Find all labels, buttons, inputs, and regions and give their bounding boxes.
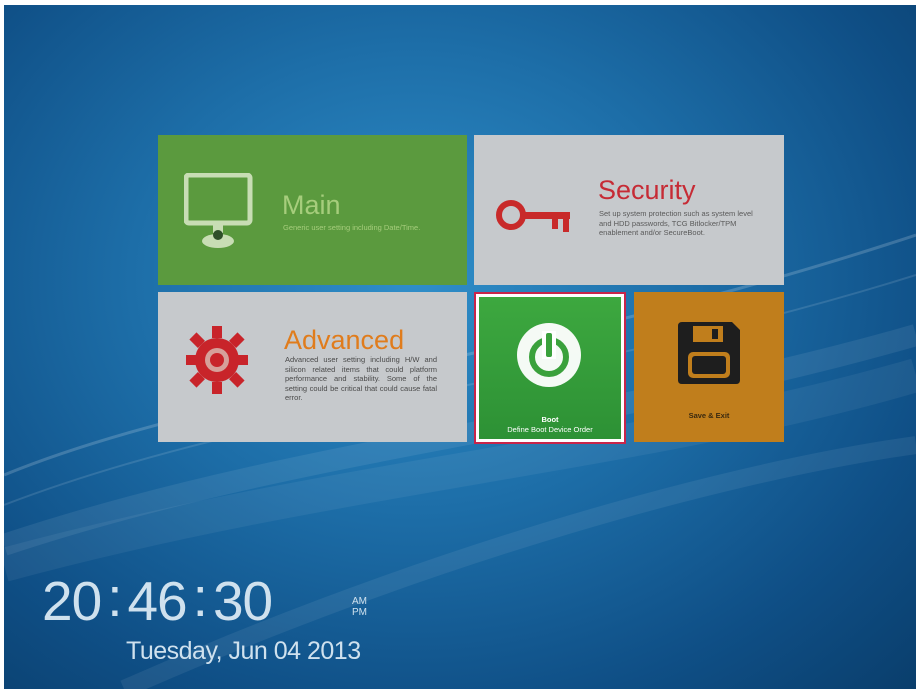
advanced-tile-description: Advanced user setting including H/W and … [285, 355, 437, 402]
key-icon [496, 200, 570, 232]
monitor-icon [184, 173, 253, 248]
clock-minutes: 46 [127, 570, 187, 632]
save-exit-tile[interactable]: Save & Exit [634, 292, 784, 442]
gear-icon [186, 326, 248, 394]
main-tile[interactable]: Main Generic user setting including Date… [158, 135, 467, 285]
advanced-tile[interactable]: Advanced Advanced user setting including… [158, 292, 467, 442]
pm-label: PM [352, 607, 367, 618]
boot-tile-description: Define Boot Device Order [507, 425, 593, 434]
main-tile-description: Generic user setting including Date/Time… [283, 223, 421, 232]
floppy-disk-icon [678, 322, 740, 384]
am-pm-indicator: AM PM [352, 597, 367, 619]
clock-seconds: 30 [212, 570, 273, 632]
power-icon [517, 323, 581, 387]
save-exit-tile-title: Save & Exit [688, 411, 730, 420]
security-tile[interactable]: Security Set up system protection such a… [474, 135, 784, 285]
date-display: Tuesday, Jun 04 2013 [126, 637, 361, 665]
bios-setup-screen: Main Generic user setting including Date… [4, 5, 916, 689]
clock-hours: 20 [42, 570, 102, 632]
advanced-tile-title: Advanced [284, 325, 405, 355]
boot-tile[interactable]: Boot Define Boot Device Order [474, 292, 626, 444]
security-tile-title: Security [598, 175, 696, 205]
clock-separator: : [107, 566, 122, 628]
boot-tile-title: Boot [541, 415, 559, 424]
security-tile-description: Set up system protection such as system … [599, 209, 753, 237]
main-tile-title: Main [282, 190, 341, 220]
clock: 20:46:30 [42, 567, 273, 632]
clock-separator: : [192, 566, 208, 628]
boot-tile-body: Boot Define Boot Device Order [479, 297, 621, 439]
